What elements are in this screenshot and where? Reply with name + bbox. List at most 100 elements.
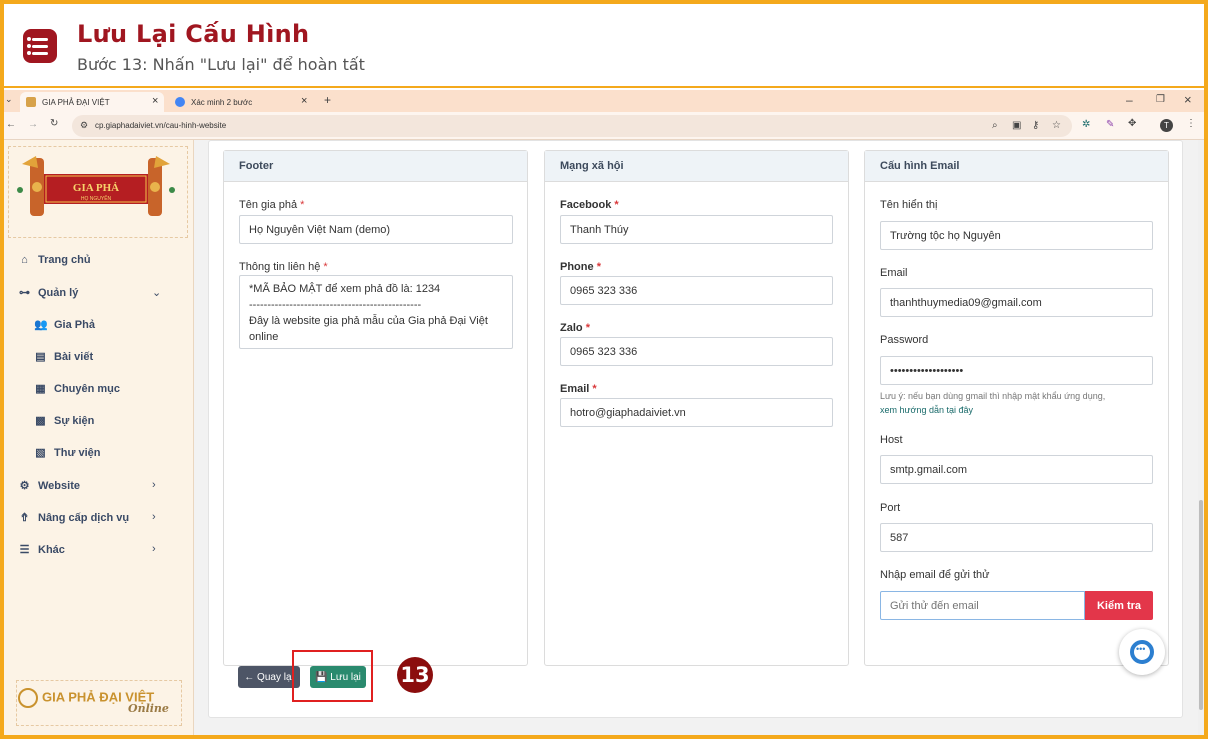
- main-content: Footer Tên gia phả * Thông tin liên hệ *…: [194, 140, 1204, 735]
- sidebar-item-khac[interactable]: ☰ Khác: [18, 543, 65, 557]
- zalo-label: Zalo *: [560, 322, 590, 334]
- back-icon[interactable]: ←: [6, 119, 16, 130]
- page-scrollbar[interactable]: [1198, 140, 1204, 735]
- images-icon: ▧: [35, 447, 46, 459]
- sidebar-item-website[interactable]: ⚙ Website: [18, 479, 80, 493]
- email-panel-title: Cấu hình Email: [865, 151, 1168, 182]
- footer-brand-logo: GIA PHẢ ĐẠI VIỆT Online: [18, 688, 169, 715]
- sidebar-item-gia-pha[interactable]: 👥 Gia Phả: [34, 318, 95, 332]
- chevron-right-icon[interactable]: ›: [152, 511, 156, 523]
- sidebar-item-trang-chu[interactable]: ⌂ Trang chủ: [18, 254, 90, 266]
- chevron-right-icon[interactable]: ›: [152, 543, 156, 555]
- table-icon: ▦: [35, 383, 46, 395]
- footer-panel: Footer Tên gia phả * Thông tin liên hệ *…: [223, 150, 528, 666]
- phone-label: Phone *: [560, 261, 601, 273]
- sidebar-item-nang-cap[interactable]: ⇮ Nâng cấp dịch vụ: [18, 511, 129, 525]
- extensions-puzzle-icon[interactable]: ✥: [1128, 118, 1136, 129]
- window-close-icon[interactable]: ×: [1184, 92, 1192, 107]
- kebab-menu-icon[interactable]: ⋮: [1186, 118, 1196, 129]
- calendar-icon: ▩: [35, 415, 46, 427]
- display-name-label: Tên hiển thị: [880, 199, 938, 211]
- scrollbar-thumb[interactable]: [1199, 500, 1203, 710]
- sidebar-item-bai-viet[interactable]: ▤ Bài viết: [34, 350, 94, 364]
- extension-icon[interactable]: ✲: [1082, 119, 1090, 130]
- newspaper-icon: ▤: [35, 351, 46, 363]
- port-input[interactable]: [880, 523, 1153, 552]
- site-info-icon[interactable]: ⚙: [80, 120, 88, 131]
- profile-avatar[interactable]: T: [1160, 119, 1173, 132]
- phone-input[interactable]: [560, 276, 833, 305]
- chevron-down-icon[interactable]: ⌄: [152, 286, 161, 299]
- install-icon[interactable]: ▣: [1012, 120, 1021, 131]
- password-input[interactable]: [880, 356, 1153, 385]
- sidebar-item-label: Bài viết: [54, 350, 94, 363]
- restore-icon[interactable]: ❐: [1156, 94, 1165, 105]
- display-name-input[interactable]: [880, 221, 1153, 250]
- minimize-icon[interactable]: –: [1126, 93, 1133, 107]
- sidebar-item-label: Gia Phả: [54, 318, 95, 331]
- forward-icon[interactable]: →: [28, 119, 38, 130]
- sitemap-icon: ⊶: [19, 287, 30, 299]
- bars-icon: ☰: [19, 544, 30, 556]
- address-bar-row: ← → ↻ ⚙ cp.giaphadaiviet.vn/cau-hinh-web…: [4, 112, 1204, 140]
- users-icon: 👥: [34, 319, 48, 331]
- social-email-input[interactable]: [560, 398, 833, 427]
- facebook-label: Facebook *: [560, 199, 619, 211]
- host-input[interactable]: [880, 455, 1153, 484]
- tab-list-icon[interactable]: ⌄: [5, 94, 13, 105]
- chevron-right-icon[interactable]: ›: [152, 479, 156, 491]
- tab-verify[interactable]: Xác minh 2 bước ×: [169, 92, 313, 112]
- check-button[interactable]: Kiểm tra: [1085, 591, 1153, 620]
- sidebar-item-chuyen-muc[interactable]: ▦ Chuyên mục: [34, 382, 120, 396]
- logo-subtext: HỌ NGUYỄN: [81, 195, 112, 202]
- upgrade-icon: ⇮: [19, 512, 30, 524]
- email-config-panel: Cấu hình Email Tên hiển thị Email Passwo…: [864, 150, 1169, 666]
- smtp-email-input[interactable]: [880, 288, 1153, 317]
- password-note: Lưu ý: nếu bạn dùng gmail thì nhập mật k…: [880, 391, 1106, 401]
- host-label: Host: [880, 434, 903, 446]
- social-panel-title: Mạng xã hội: [545, 151, 848, 182]
- browser-tab-bar: ⌄ GIA PHẢ ĐẠI VIỆT × Xác minh 2 bước × +…: [4, 90, 1204, 112]
- family-name-input[interactable]: [239, 215, 513, 244]
- support-chat-button[interactable]: [1119, 629, 1165, 675]
- url-field[interactable]: ⚙ cp.giaphadaiviet.vn/cau-hinh-website ⌕…: [72, 115, 1072, 137]
- name-label: Tên gia phả *: [239, 199, 305, 211]
- gia-pha-logo[interactable]: GIA PHẢ HỌ NGUYỄN: [12, 154, 180, 222]
- google-favicon-icon: [175, 97, 185, 107]
- tab-label: Xác minh 2 bước: [191, 98, 253, 107]
- sidebar-item-label: Quản lý: [38, 286, 79, 299]
- test-email-label: Nhập email để gửi thử: [880, 569, 990, 581]
- brand-emblem-icon: [18, 688, 38, 708]
- sidebar-item-label: Website: [38, 479, 80, 492]
- banner-subtitle: Bước 13: Nhấn "Lưu lại" để hoàn tất: [77, 55, 365, 74]
- pen-extension-icon[interactable]: ✎: [1106, 119, 1114, 130]
- smtp-email-label: Email: [880, 267, 908, 279]
- zalo-input[interactable]: [560, 337, 833, 366]
- close-tab-icon[interactable]: ×: [301, 95, 307, 107]
- close-tab-icon[interactable]: ×: [152, 95, 158, 107]
- footer-brand-tag: Online: [128, 702, 169, 715]
- key-icon[interactable]: ⚷: [1032, 120, 1039, 131]
- home-icon: ⌂: [21, 254, 28, 266]
- config-card: Footer Tên gia phả * Thông tin liên hệ *…: [208, 140, 1183, 718]
- bookmark-star-icon[interactable]: ☆: [1052, 120, 1061, 131]
- test-email-input[interactable]: [880, 591, 1085, 620]
- new-tab-button[interactable]: +: [324, 93, 331, 107]
- reload-icon[interactable]: ↻: [50, 118, 58, 129]
- guide-link[interactable]: xem hướng dẫn tại đây: [880, 405, 973, 415]
- contact-textarea[interactable]: *MÃ BẢO MẬT để xem phả đồ là: 1234 -----…: [239, 275, 513, 349]
- sidebar-item-thu-vien[interactable]: ▧ Thư viện: [34, 446, 101, 460]
- list-icon: [23, 29, 57, 63]
- sidebar-item-su-kien[interactable]: ▩ Sự kiện: [34, 414, 94, 428]
- social-panel: Mạng xã hội Facebook * Phone * Zalo * Em…: [544, 150, 849, 666]
- sidebar: GIA PHẢ HỌ NGUYỄN ⌂ Trang chủ ⊶ Quản lý ⌄ …: [4, 140, 194, 735]
- zoom-icon[interactable]: ⌕: [992, 120, 998, 131]
- banner-title: Lưu Lại Cấu Hình: [77, 20, 310, 48]
- facebook-input[interactable]: [560, 215, 833, 244]
- sidebar-item-quan-ly[interactable]: ⊶ Quản lý: [18, 286, 79, 300]
- tutorial-banner: Lưu Lại Cấu Hình Bước 13: Nhấn "Lưu lại"…: [4, 4, 1204, 88]
- sidebar-item-label: Thư viện: [54, 446, 101, 459]
- tab-giaphadaiviet[interactable]: GIA PHẢ ĐẠI VIỆT ×: [20, 92, 164, 112]
- back-button[interactable]: ← Quay lại: [238, 666, 300, 688]
- url-text: cp.giaphadaiviet.vn/cau-hinh-website: [95, 121, 227, 130]
